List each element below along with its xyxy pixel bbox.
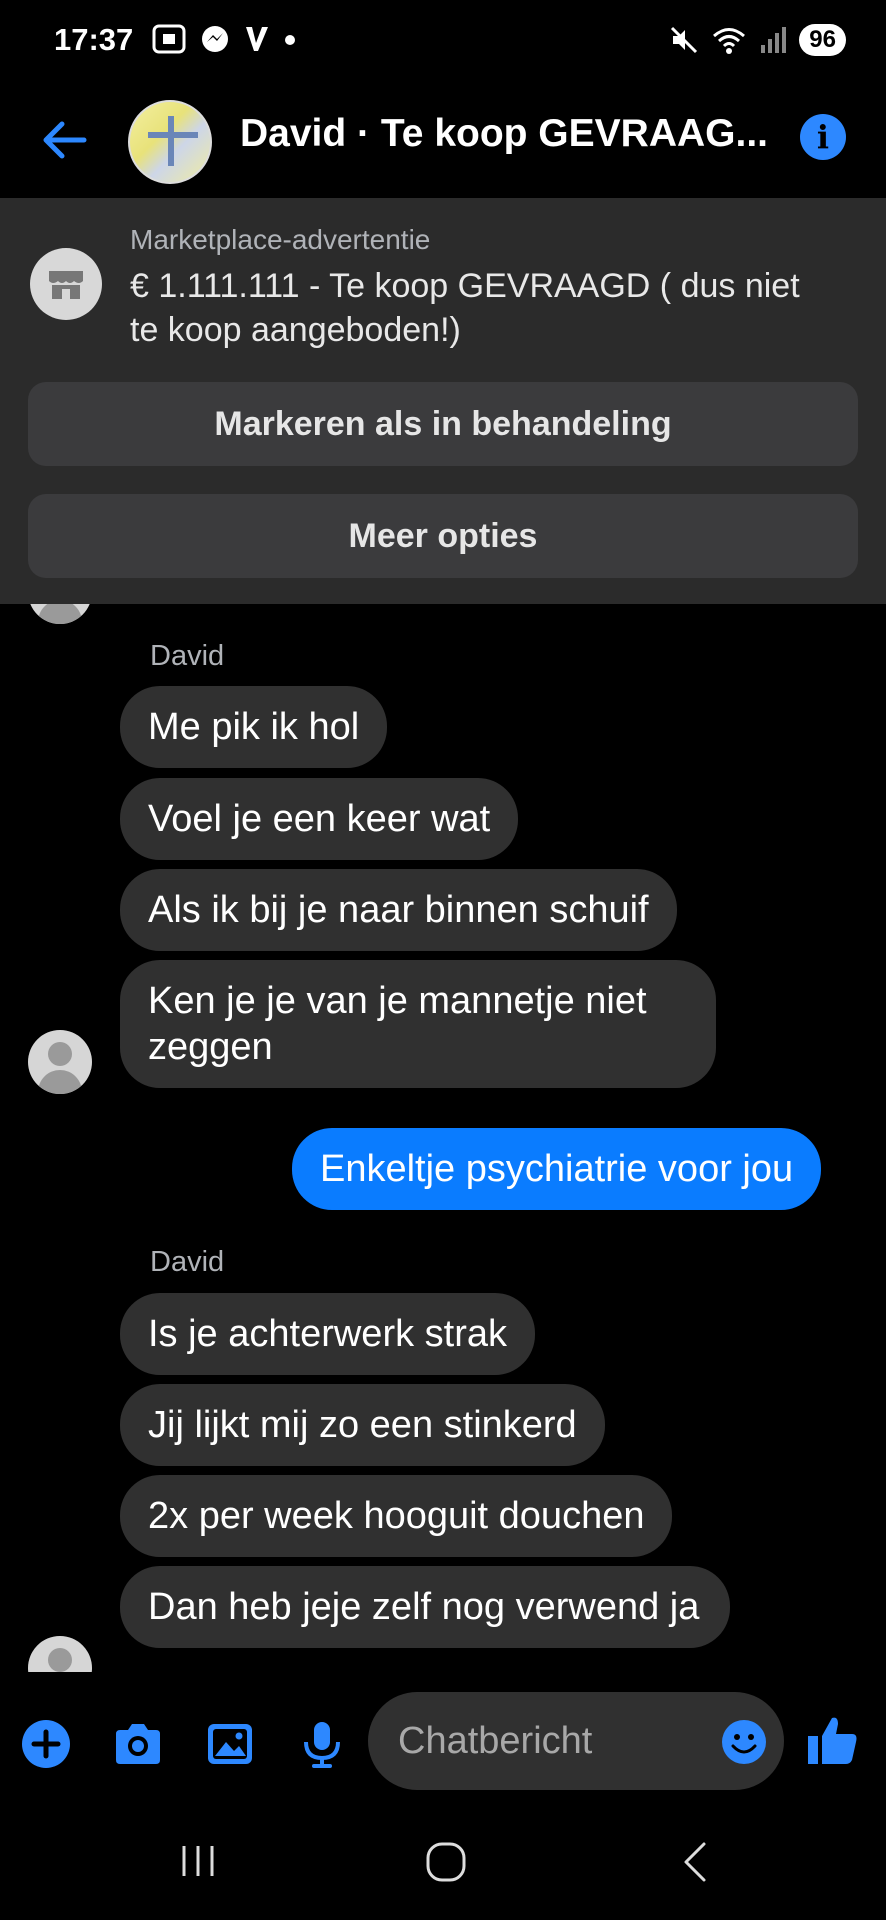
mute-icon bbox=[671, 26, 698, 54]
contact-avatar[interactable] bbox=[28, 1030, 92, 1094]
sender-name: David bbox=[150, 640, 225, 672]
v-app-icon bbox=[246, 27, 268, 51]
emoji-icon[interactable] bbox=[720, 1718, 768, 1766]
contact-avatar[interactable] bbox=[28, 604, 92, 624]
signal-icon bbox=[761, 27, 787, 53]
sender-name: David bbox=[150, 1246, 225, 1278]
message-bubble[interactable]: Als ik bij je naar binnen schuif bbox=[120, 869, 677, 951]
shop-icon bbox=[30, 248, 102, 320]
back-nav-icon[interactable] bbox=[676, 1840, 716, 1884]
contact-avatar[interactable] bbox=[28, 1636, 92, 1672]
info-icon[interactable]: i bbox=[800, 114, 846, 160]
message-bubble[interactable]: Dan heb jeje zelf nog verwend ja bbox=[120, 1566, 730, 1648]
battery-indicator: 96 bbox=[799, 24, 846, 56]
status-bar: 17:37 96 bbox=[0, 0, 886, 84]
camera-icon[interactable] bbox=[112, 1718, 164, 1770]
gallery-icon[interactable] bbox=[204, 1718, 256, 1770]
message-bubble[interactable]: Ken je je van je mannetje niet zeggen bbox=[120, 960, 716, 1088]
status-time: 17:37 bbox=[54, 22, 134, 57]
message-bubble[interactable]: Me pik ik hol bbox=[120, 686, 388, 768]
listing-title[interactable]: € 1.111.111 - Te koop GEVRAAGD ( dus nie… bbox=[130, 264, 830, 352]
message-list[interactable]: David Me pik ik hol Voel je een keer wat… bbox=[0, 604, 886, 1672]
message-bubble[interactable]: 2x per week hooguit douchen bbox=[120, 1475, 673, 1557]
more-options-button[interactable]: Meer opties bbox=[28, 494, 858, 578]
message-bubble[interactable]: Is je achterwerk strak bbox=[120, 1293, 535, 1375]
messenger-icon bbox=[202, 26, 228, 52]
plus-icon[interactable] bbox=[20, 1718, 72, 1770]
recent-apps-icon[interactable] bbox=[178, 1840, 218, 1880]
composer-bar: Chatbericht bbox=[0, 1672, 886, 1812]
system-nav-bar bbox=[0, 1812, 886, 1920]
message-bubble[interactable]: Jij lijkt mij zo een stinkerd bbox=[120, 1384, 605, 1466]
conversation-title[interactable]: David · Te koop GEVRAAG... bbox=[240, 112, 780, 156]
microphone-icon[interactable] bbox=[296, 1718, 348, 1770]
listing-avatar[interactable] bbox=[128, 100, 212, 184]
message-bubble-sent[interactable]: Enkeltje psychiatrie voor jou bbox=[292, 1128, 822, 1210]
marketplace-panel: Marketplace-advertentie € 1.111.111 - Te… bbox=[0, 198, 886, 604]
message-bubble[interactable]: Voel je een keer wat bbox=[120, 778, 519, 860]
like-icon[interactable] bbox=[804, 1712, 860, 1768]
marketplace-label: Marketplace-advertentie bbox=[130, 224, 431, 255]
conversation-header: David · Te koop GEVRAAG... i bbox=[0, 84, 886, 198]
home-icon[interactable] bbox=[424, 1840, 468, 1884]
screenshot-icon bbox=[152, 24, 186, 54]
arrow-left-icon[interactable] bbox=[38, 114, 90, 166]
dot-icon bbox=[285, 35, 295, 45]
mark-pending-button[interactable]: Markeren als in behandeling bbox=[28, 382, 858, 466]
wifi-icon bbox=[713, 28, 746, 54]
